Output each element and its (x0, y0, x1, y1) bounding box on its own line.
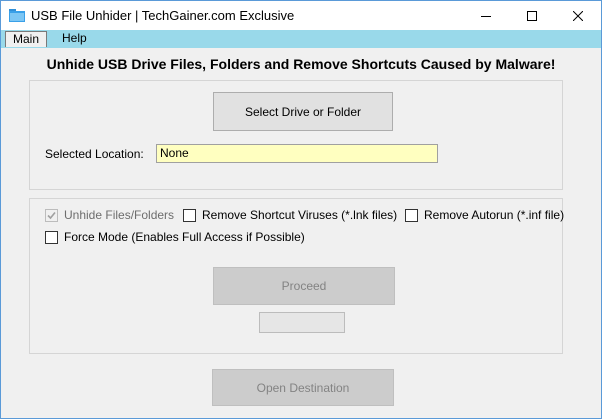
menu-bar: Main Help (1, 30, 601, 48)
close-icon (573, 10, 583, 21)
maximize-icon (527, 10, 537, 21)
minimize-icon (481, 15, 491, 17)
selected-location-field[interactable]: None (156, 144, 438, 163)
selected-location-label: Selected Location: (45, 147, 144, 161)
menu-item-help[interactable]: Help (55, 31, 94, 46)
checkmark-icon (47, 211, 56, 219)
app-window: USB File Unhider | TechGainer.com Exclus… (0, 0, 602, 419)
remove-shortcut-label: Remove Shortcut Viruses (*.lnk files) (202, 208, 398, 222)
select-drive-button[interactable]: Select Drive or Folder (213, 92, 393, 131)
page-heading: Unhide USB Drive Files, Folders and Remo… (46, 56, 556, 72)
remove-autorun-label: Remove Autorun (*.inf file) (424, 208, 565, 222)
folder-icon (9, 9, 25, 22)
minimize-button[interactable] (463, 1, 509, 30)
close-button[interactable] (555, 1, 601, 30)
unhide-files-label: Unhide Files/Folders (64, 208, 175, 222)
force-mode-checkbox[interactable]: Force Mode (Enables Full Access if Possi… (45, 230, 305, 244)
checkbox-box (45, 208, 58, 222)
checkbox-box (405, 208, 418, 222)
force-mode-label: Force Mode (Enables Full Access if Possi… (64, 230, 305, 244)
open-destination-button[interactable]: Open Destination (212, 369, 394, 406)
title-bar[interactable]: USB File Unhider | TechGainer.com Exclus… (1, 1, 601, 30)
checkbox-box (183, 208, 196, 222)
proceed-button[interactable]: Proceed (213, 267, 395, 305)
window-title: USB File Unhider | TechGainer.com Exclus… (31, 8, 295, 23)
progress-bar (259, 312, 345, 333)
remove-autorun-checkbox[interactable]: Remove Autorun (*.inf file) (405, 208, 564, 222)
checkbox-box (45, 230, 58, 244)
remove-shortcut-checkbox[interactable]: Remove Shortcut Viruses (*.lnk files) (183, 208, 397, 222)
maximize-button[interactable] (509, 1, 555, 30)
unhide-files-checkbox[interactable]: Unhide Files/Folders (45, 208, 174, 222)
menu-item-main[interactable]: Main (5, 31, 48, 47)
